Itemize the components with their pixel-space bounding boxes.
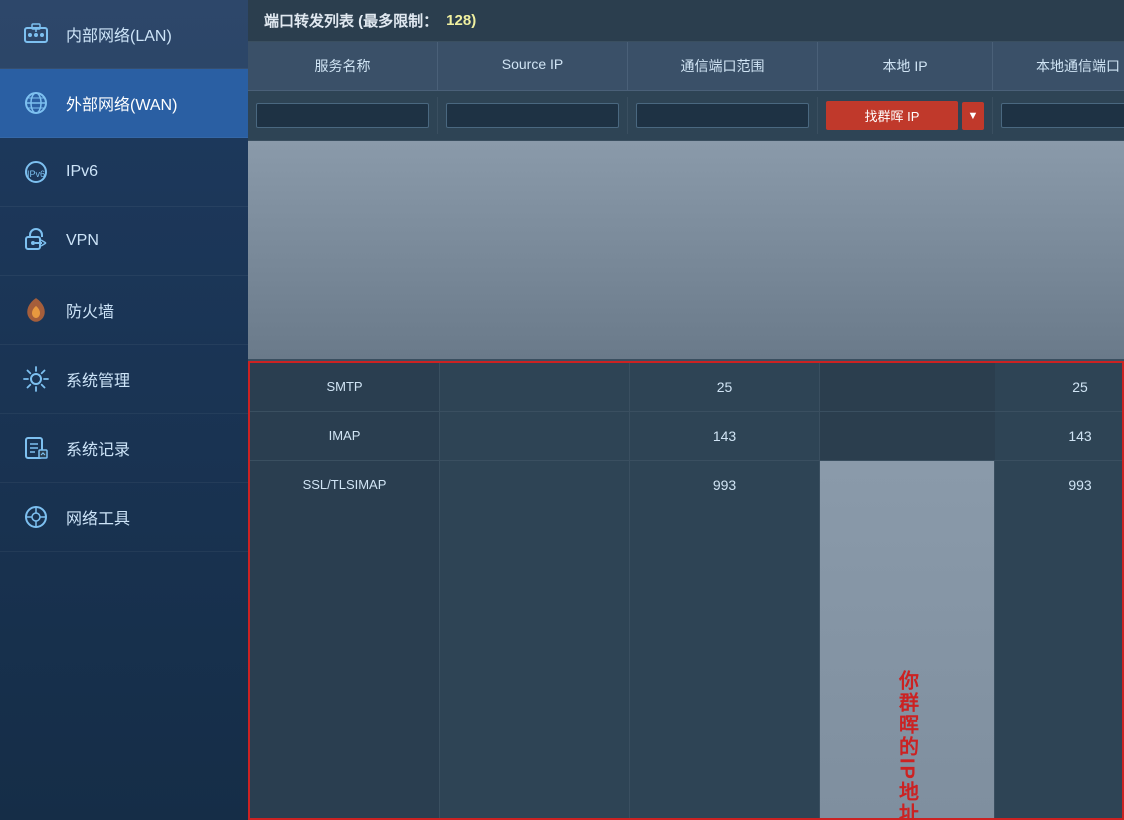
filter-port-range xyxy=(628,97,818,134)
sidebar-label-syslog: 系统记录 xyxy=(66,436,130,460)
cell-local-port-1: 143 xyxy=(995,412,1124,460)
ip-dropdown-button[interactable]: ▼ xyxy=(962,102,984,130)
cell-source-ip-1 xyxy=(440,412,630,460)
cell-local-port-2: 993 xyxy=(995,461,1124,820)
sidebar-item-sysadmin[interactable]: 系统管理 xyxy=(0,345,248,414)
cell-source-ip-2 xyxy=(440,461,630,820)
col-source-ip: Source IP xyxy=(438,42,628,90)
sidebar-label-lan: 内部网络(LAN) xyxy=(66,22,172,46)
cell-local-ip-2: 你群晖的IP地址 xyxy=(820,461,995,820)
main-content: 端口转发列表 (最多限制： 128) 服务名称 Source IP 通信端口范围… xyxy=(248,0,1124,820)
cell-service-1: IMAP xyxy=(250,412,440,460)
sidebar-item-wan[interactable]: 外部网络(WAN) xyxy=(0,69,248,138)
filter-source-ip xyxy=(438,97,628,134)
col-service-name: 服务名称 xyxy=(248,42,438,90)
vpn-icon xyxy=(20,225,52,257)
cell-local-ip-0 xyxy=(820,363,995,411)
empty-placeholder xyxy=(248,141,1124,361)
column-headers: 服务名称 Source IP 通信端口范围 本地 IP 本地通信端口 xyxy=(248,42,1124,91)
ip-select-group: 找群晖 IP ▼ xyxy=(826,101,984,130)
sidebar-item-firewall[interactable]: 防火墙 xyxy=(0,276,248,345)
table-row: SMTP 25 25 xyxy=(250,363,1122,412)
filter-source-ip-input[interactable] xyxy=(446,103,619,128)
find-ip-button[interactable]: 找群晖 IP xyxy=(826,101,958,130)
sysadmin-icon xyxy=(20,363,52,395)
lan-icon xyxy=(20,18,52,50)
syslog-icon xyxy=(20,432,52,464)
table-title: 端口转发列表 (最多限制： xyxy=(264,10,438,31)
filter-service-input[interactable] xyxy=(256,103,429,128)
sidebar-label-sysadmin: 系统管理 xyxy=(66,367,130,391)
ipv6-icon: IPv6 xyxy=(20,156,52,188)
cell-service-0: SMTP xyxy=(250,363,440,411)
sidebar-item-nettool[interactable]: 网络工具 xyxy=(0,483,248,552)
firewall-icon xyxy=(20,294,52,326)
filter-service xyxy=(248,97,438,134)
ip-watermark: 你群晖的IP地址 xyxy=(893,537,922,820)
sidebar: 内部网络(LAN) 外部网络(WAN) IPv6 IPv6 xyxy=(0,0,248,820)
svg-text:IPv6: IPv6 xyxy=(27,169,45,179)
sidebar-label-firewall: 防火墙 xyxy=(66,298,114,322)
filter-row: 找群晖 IP ▼ xyxy=(248,91,1124,141)
col-local-ip: 本地 IP xyxy=(818,42,993,90)
cell-service-2: SSL/TLSIMAP xyxy=(250,461,440,820)
filter-local-port-input[interactable] xyxy=(1001,103,1124,128)
sidebar-item-syslog[interactable]: 系统记录 xyxy=(0,414,248,483)
sidebar-label-nettool: 网络工具 xyxy=(66,505,130,529)
table-row: IMAP 143 143 xyxy=(250,412,1122,461)
filter-port-range-input[interactable] xyxy=(636,103,809,128)
cell-local-ip-1 xyxy=(820,412,995,460)
cell-port-0: 25 xyxy=(630,363,820,411)
table-row: SSL/TLSIMAP 993 你群晖的IP地址 993 xyxy=(250,461,1122,820)
cell-port-2: 993 xyxy=(630,461,820,820)
sidebar-label-vpn: VPN xyxy=(66,232,99,250)
filter-local-ip: 找群晖 IP ▼ xyxy=(818,97,993,134)
sidebar-label-ipv6: IPv6 xyxy=(66,163,98,181)
filter-local-port xyxy=(993,97,1124,134)
cell-local-port-0: 25 xyxy=(995,363,1124,411)
sidebar-label-wan: 外部网络(WAN) xyxy=(66,91,177,115)
col-port-range: 通信端口范围 xyxy=(628,42,818,90)
nettool-icon xyxy=(20,501,52,533)
table-limit: 128) xyxy=(446,12,476,29)
sidebar-item-ipv6[interactable]: IPv6 IPv6 xyxy=(0,138,248,207)
sidebar-item-lan[interactable]: 内部网络(LAN) xyxy=(0,0,248,69)
cell-source-ip-0 xyxy=(440,363,630,411)
table-header-bar: 端口转发列表 (最多限制： 128) xyxy=(248,0,1124,42)
data-table: SMTP 25 25 IMAP 143 143 SSL/TLSIMAP 993 … xyxy=(248,361,1124,820)
sidebar-item-vpn[interactable]: VPN xyxy=(0,207,248,276)
wan-icon xyxy=(20,87,52,119)
cell-port-1: 143 xyxy=(630,412,820,460)
col-local-port: 本地通信端口 xyxy=(993,42,1124,90)
